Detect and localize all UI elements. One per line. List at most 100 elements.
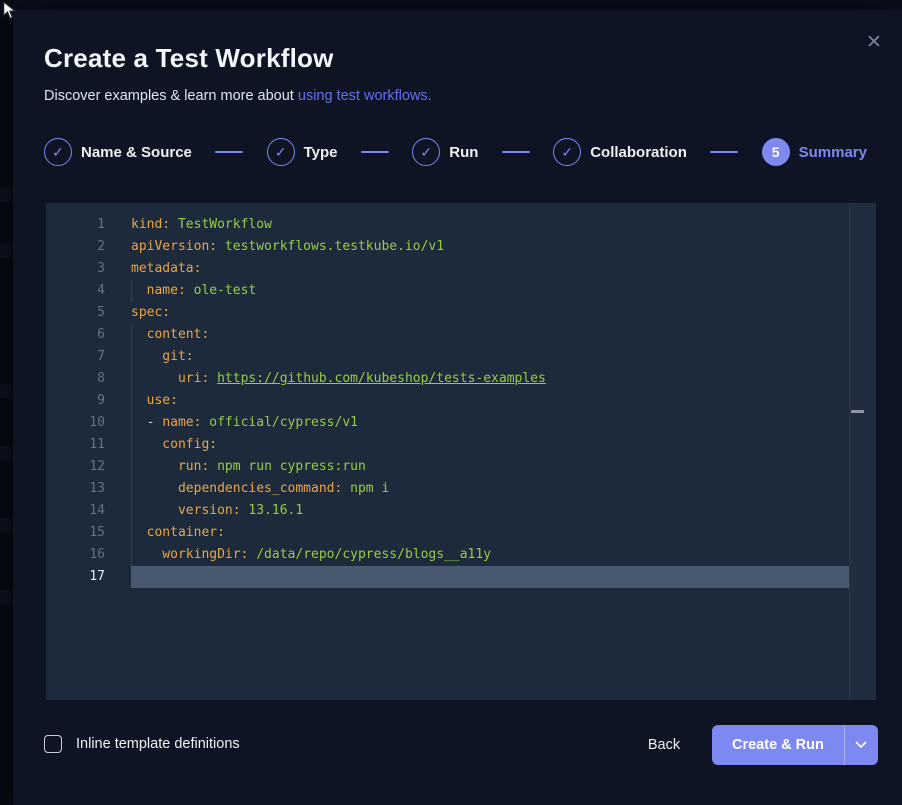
code-token: run: xyxy=(131,459,209,474)
line-number: 4 xyxy=(46,280,105,302)
code-token: /data/repo/cypress/blogs__a11y xyxy=(248,547,491,562)
code-token: ole-test xyxy=(186,283,256,298)
code-token: config: xyxy=(131,437,217,452)
editor-scrollbar[interactable] xyxy=(849,203,876,700)
stepper-connector xyxy=(710,151,738,153)
create-run-split-button: Create & Run xyxy=(712,725,878,765)
subtitle-text: Discover examples & learn more about xyxy=(44,88,298,104)
stepper-connector xyxy=(215,151,243,153)
editor-line-12[interactable]: 12 run: npm run cypress:run xyxy=(46,456,876,478)
stepper-step-name-source[interactable]: ✓ Name & Source xyxy=(44,138,192,166)
step-label: Collaboration xyxy=(590,144,687,161)
back-button[interactable]: Back xyxy=(633,725,695,765)
line-number: 10 xyxy=(46,412,105,434)
code-token: container: xyxy=(131,525,225,540)
background-page-strip xyxy=(0,0,13,805)
editor-line-16[interactable]: 16 workingDir: /data/repo/cypress/blogs_… xyxy=(46,544,876,566)
editor-line-3[interactable]: 3 metadata: xyxy=(46,258,876,280)
code-token: kind: xyxy=(131,217,170,232)
code-token: name: xyxy=(131,283,186,298)
line-number: 7 xyxy=(46,346,105,368)
inline-template-checkbox-row[interactable]: Inline template definitions xyxy=(44,724,240,764)
using-test-workflows-link[interactable]: using test workflows. xyxy=(298,88,432,104)
stepper-connector xyxy=(361,151,389,153)
step-label: Summary xyxy=(799,144,867,161)
code-token xyxy=(209,371,217,386)
code-token: workingDir: xyxy=(131,547,248,562)
line-number: 16 xyxy=(46,544,105,566)
step-label: Run xyxy=(449,144,478,161)
line-code: - name: official/cypress/v1 xyxy=(131,412,849,434)
inline-template-checkbox-label: Inline template definitions xyxy=(76,736,240,752)
editor-line-7[interactable]: 7 git: xyxy=(46,346,876,368)
line-number: 17 xyxy=(46,566,105,588)
editor-line-4[interactable]: 4 name: ole-test xyxy=(46,280,876,302)
line-code: apiVersion: testworkflows.testkube.io/v1 xyxy=(131,236,849,258)
line-code: dependencies_command: npm i xyxy=(131,478,849,500)
line-code: uri: https://github.com/kubeshop/tests-e… xyxy=(131,368,849,390)
editor-line-10[interactable]: 10 - name: official/cypress/v1 xyxy=(46,412,876,434)
editor-line-1[interactable]: 1kind: TestWorkflow xyxy=(46,214,876,236)
chevron-down-icon xyxy=(855,741,867,749)
line-number: 5 xyxy=(46,302,105,324)
code-token: official/cypress/v1 xyxy=(201,415,358,430)
code-token: spec: xyxy=(131,305,170,320)
close-icon[interactable]: ✕ xyxy=(862,30,886,54)
stepper-step-type[interactable]: ✓ Type xyxy=(267,138,338,166)
step-check-icon: ✓ xyxy=(267,138,295,166)
editor-line-15[interactable]: 15 container: xyxy=(46,522,876,544)
line-code: kind: TestWorkflow xyxy=(131,214,849,236)
line-number: 2 xyxy=(46,236,105,258)
step-check-icon: ✓ xyxy=(412,138,440,166)
yaml-code-editor[interactable]: 1kind: TestWorkflow2 apiVersion: testwork… xyxy=(46,203,876,700)
create-run-button[interactable]: Create & Run xyxy=(712,725,844,765)
code-token: - xyxy=(131,415,162,430)
line-code: version: 13.16.1 xyxy=(131,500,849,522)
code-token: apiVersion: xyxy=(131,239,217,254)
code-token: testworkflows.testkube.io/v1 xyxy=(217,239,444,254)
inline-template-checkbox[interactable] xyxy=(44,735,62,753)
code-token: npm run cypress:run xyxy=(209,459,366,474)
step-check-icon: ✓ xyxy=(553,138,581,166)
line-code: spec: xyxy=(131,302,849,324)
line-number: 6 xyxy=(46,324,105,346)
editor-line-13[interactable]: 13 dependencies_command: npm i xyxy=(46,478,876,500)
stepper-step-summary[interactable]: 5 Summary xyxy=(762,138,867,166)
stepper-step-collaboration[interactable]: ✓ Collaboration xyxy=(553,138,687,166)
mouse-cursor-icon xyxy=(0,0,22,22)
line-code: container: xyxy=(131,522,849,544)
editor-line-17[interactable]: 17 xyxy=(46,566,876,588)
code-token: npm i xyxy=(342,481,389,496)
stepper-step-run[interactable]: ✓ Run xyxy=(412,138,478,166)
line-code: run: npm run cypress:run xyxy=(131,456,849,478)
line-number: 3 xyxy=(46,258,105,280)
line-code: git: xyxy=(131,346,849,368)
editor-line-9[interactable]: 9 use: xyxy=(46,390,876,412)
code-token: dependencies_command: xyxy=(131,481,342,496)
code-token: 13.16.1 xyxy=(241,503,304,518)
line-code xyxy=(131,566,849,588)
line-number: 9 xyxy=(46,390,105,412)
editor-line-8[interactable]: 8 uri: https://github.com/kubeshop/tests… xyxy=(46,368,876,390)
create-run-dropdown-button[interactable] xyxy=(844,725,878,765)
line-code: content: xyxy=(131,324,849,346)
line-code: metadata: xyxy=(131,258,849,280)
step-number-badge: 5 xyxy=(762,138,790,166)
code-link[interactable]: https://github.com/kubeshop/tests-exampl… xyxy=(217,371,546,386)
editor-line-11[interactable]: 11 config: xyxy=(46,434,876,456)
code-token: content: xyxy=(131,327,209,342)
scrollbar-marker xyxy=(851,410,864,413)
line-number: 11 xyxy=(46,434,105,456)
code-token: uri: xyxy=(131,371,209,386)
step-label: Name & Source xyxy=(81,144,192,161)
editor-line-5[interactable]: 5 spec: xyxy=(46,302,876,324)
code-token: version: xyxy=(131,503,241,518)
editor-line-6[interactable]: 6 content: xyxy=(46,324,876,346)
line-number: 12 xyxy=(46,456,105,478)
editor-line-2[interactable]: 2 apiVersion: testworkflows.testkube.io/v… xyxy=(46,236,876,258)
modal-subtitle: Discover examples & learn more about usi… xyxy=(44,88,432,104)
code-token: git: xyxy=(131,349,194,364)
step-check-icon: ✓ xyxy=(44,138,72,166)
editor-line-14[interactable]: 14 version: 13.16.1 xyxy=(46,500,876,522)
step-label: Type xyxy=(304,144,338,161)
